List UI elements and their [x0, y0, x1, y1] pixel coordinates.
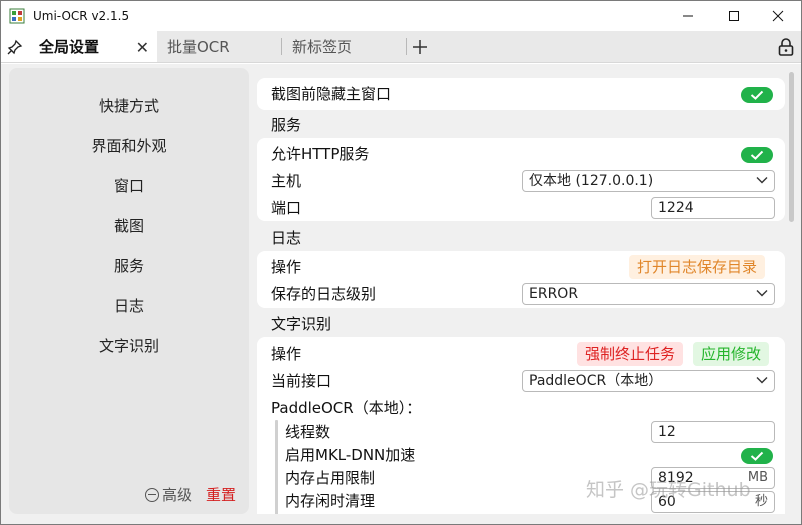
advanced-label: 高级 — [162, 486, 193, 504]
watermark: 知乎 @玩转Github — [586, 479, 751, 501]
log-level-select[interactable]: ERROR — [522, 283, 775, 305]
add-tab-button[interactable] — [407, 31, 433, 62]
force-stop-button[interactable]: 强制终止任务 — [577, 342, 684, 366]
title-bar: Umi-OCR v2.1.5 — [1, 1, 801, 31]
maximize-button[interactable] — [711, 1, 757, 31]
section-title-service: 服务 — [271, 116, 302, 134]
close-icon — [772, 10, 784, 22]
host-value: 仅本地 (127.0.0.1) — [529, 173, 654, 189]
indent-guide — [275, 420, 278, 514]
log-level-label: 保存的日志级别 — [271, 285, 377, 303]
close-window-button[interactable] — [755, 1, 801, 31]
sidebar-footer: 高级 重置 — [145, 484, 236, 505]
chevron-down-icon — [756, 290, 768, 297]
plus-icon — [413, 39, 427, 54]
sidebar-item-window[interactable]: 窗口 — [9, 174, 249, 198]
current-api-label: 当前接口 — [271, 372, 332, 390]
tab-bar: 全局设置 ✕ 批量OCR 新标签页 — [1, 31, 801, 63]
section-title-log: 日志 — [271, 229, 302, 247]
chevron-down-icon — [756, 177, 768, 184]
minimize-icon — [683, 15, 693, 17]
hide-window-label: 截图前隐藏主窗口 — [271, 85, 392, 103]
window-title: Umi-OCR v2.1.5 — [33, 9, 130, 23]
paddle-group-title: PaddleOCR（本地）： — [271, 399, 422, 417]
port-label: 端口 — [271, 199, 302, 217]
tab-label: 全局设置 — [39, 38, 100, 56]
allow-http-toggle[interactable] — [741, 147, 773, 163]
tab-label: 批量OCR — [167, 38, 230, 56]
mkldnn-label: 启用MKL-DNN加速 — [285, 446, 416, 464]
lock-button[interactable] — [777, 37, 795, 57]
allow-http-label: 允许HTTP服务 — [271, 145, 370, 163]
content-area: 快捷方式 界面和外观 窗口 截图 服务 日志 文字识别 高级 重置 截图前隐藏主… — [1, 64, 801, 524]
service-card: 允许HTTP服务 主机 仅本地 (127.0.0.1) 端口 1224 — [257, 138, 785, 221]
threads-input[interactable]: 12 — [651, 421, 775, 443]
mem-idle-unit: 秒 — [754, 494, 768, 509]
section-title-ocr: 文字识别 — [271, 315, 332, 333]
mem-limit-unit: MB — [747, 470, 768, 485]
mem-limit-label: 内存占用限制 — [285, 469, 376, 487]
open-log-dir-button[interactable]: 打开日志保存目录 — [629, 255, 766, 279]
tab-label: 新标签页 — [292, 38, 353, 56]
hide-window-toggle[interactable] — [741, 87, 773, 103]
host-label: 主机 — [271, 172, 302, 190]
check-icon — [750, 451, 764, 461]
port-input[interactable]: 1224 — [651, 197, 775, 219]
lock-icon — [778, 38, 794, 56]
log-action-label: 操作 — [271, 258, 302, 276]
tab-new-tab[interactable]: 新标签页 — [282, 31, 406, 62]
check-icon — [750, 150, 764, 160]
mkldnn-toggle[interactable] — [741, 448, 773, 464]
hide-window-card: 截图前隐藏主窗口 — [257, 78, 785, 110]
minimize-button[interactable] — [665, 1, 711, 31]
scrollbar[interactable] — [789, 72, 794, 222]
log-card: 操作 打开日志保存目录 保存的日志级别 ERROR — [257, 251, 785, 308]
sidebar-item-log[interactable]: 日志 — [9, 294, 249, 318]
sidebar-item-ocr[interactable]: 文字识别 — [9, 334, 249, 358]
mem-idle-label: 内存闲时清理 — [285, 492, 376, 510]
sidebar-item-screenshot[interactable]: 截图 — [9, 214, 249, 238]
pin-icon — [7, 39, 23, 54]
sidebar-item-shortcuts[interactable]: 快捷方式 — [9, 94, 249, 118]
pin-button[interactable] — [1, 31, 29, 62]
host-select[interactable]: 仅本地 (127.0.0.1) — [522, 170, 775, 192]
tab-global-settings[interactable]: 全局设置 ✕ — [29, 31, 157, 62]
sidebar-item-service[interactable]: 服务 — [9, 254, 249, 278]
port-value: 1224 — [658, 200, 694, 216]
maximize-icon — [729, 11, 739, 21]
reset-button[interactable]: 重置 — [206, 484, 236, 505]
log-level-value: ERROR — [529, 286, 579, 302]
threads-value: 12 — [658, 424, 676, 440]
apply-changes-button[interactable]: 应用修改 — [693, 342, 770, 366]
current-api-value: PaddleOCR（本地） — [529, 373, 663, 389]
minus-circle-icon — [145, 487, 159, 502]
current-api-select[interactable]: PaddleOCR（本地） — [522, 370, 775, 392]
sidebar: 快捷方式 界面和外观 窗口 截图 服务 日志 文字识别 高级 重置 — [9, 68, 249, 514]
settings-panel: 截图前隐藏主窗口 服务 允许HTTP服务 主机 仅本地 (127.0.0.1) … — [257, 68, 785, 514]
ocr-action-label: 操作 — [271, 345, 302, 363]
tab-batch-ocr[interactable]: 批量OCR — [157, 31, 281, 62]
check-icon — [750, 90, 764, 100]
tab-close-icon[interactable]: ✕ — [136, 38, 149, 57]
threads-label: 线程数 — [285, 423, 331, 441]
chevron-down-icon — [756, 377, 768, 384]
app-logo-icon — [9, 8, 25, 24]
advanced-toggle[interactable]: 高级 — [145, 484, 192, 505]
sidebar-item-appearance[interactable]: 界面和外观 — [9, 134, 249, 158]
